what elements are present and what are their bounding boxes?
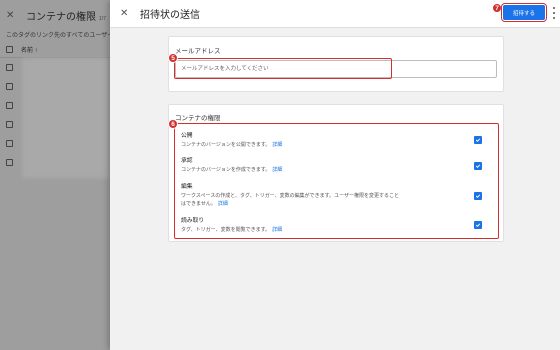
permission-title: 編集 <box>181 184 193 190</box>
row-checkbox <box>6 83 13 90</box>
permission-description: コンテナのバージョンを公開できます。 詳細 <box>181 142 481 150</box>
close-icon[interactable]: ✕ <box>120 8 132 19</box>
background-header: ✕ コンテナの権限 1/7 <box>0 0 110 30</box>
background-description: このタグのリンク先のすべてのユーザーに対 <box>6 33 110 39</box>
blurred-user-list <box>22 58 110 178</box>
row-checkbox <box>6 121 13 128</box>
permission-description-text: コンテナのバージョンを作成できます。 <box>181 167 271 173</box>
details-link[interactable]: 詳細 <box>272 142 282 148</box>
dialog-header: ✕ 招待状の送信 7 招待する <box>110 0 560 28</box>
permission-edit-checkbox[interactable] <box>474 192 482 200</box>
permission-description: タグ、トリガー、変数を閲覧できます。 詳細 <box>181 227 481 235</box>
check-icon <box>475 138 481 143</box>
permission-title: 読み取り <box>181 218 205 224</box>
check-icon <box>475 164 481 169</box>
permission-description-text: タグ、トリガー、変数を閲覧できます。 <box>181 227 271 233</box>
email-field[interactable] <box>175 60 497 78</box>
check-icon <box>475 223 481 228</box>
annotation-marker: 5 <box>168 53 178 63</box>
permission-publish-checkbox[interactable] <box>474 136 482 144</box>
email-label: メールアドレス <box>175 48 221 55</box>
row-checkbox <box>6 140 13 147</box>
details-link[interactable]: 詳細 <box>218 201 228 207</box>
permission-title: 公開 <box>181 133 193 139</box>
permission-approve-checkbox[interactable] <box>474 162 482 170</box>
row-checkbox <box>6 64 13 71</box>
table-header: 名前 ↑ <box>0 42 110 58</box>
permission-edit: 編集 ワークスペースの作成と、タグ、トリガー、変数の編集ができます。ユーザー権限… <box>181 181 481 208</box>
permissions-card: コンテナの権限 6 公開 コンテナのバージョンを公開できます。 詳細 承認 コンテ… <box>168 104 504 242</box>
permissions-title: コンテナの権限 <box>175 115 221 122</box>
email-card: メールアドレス 5 <box>168 36 504 92</box>
invite-dialog: ✕ 招待状の送信 7 招待する メールアドレス 5 コンテナの権限 6 公開 コ… <box>110 0 560 350</box>
permission-description-text: コンテナのバージョンを公開できます。 <box>181 142 271 148</box>
permission-approve: 承認 コンテナのバージョンを作成できます。 詳細 <box>181 155 481 175</box>
annotation-marker: 7 <box>492 3 502 13</box>
check-icon <box>475 194 481 199</box>
invite-button[interactable]: 招待する <box>503 5 545 20</box>
annotation-marker: 6 <box>168 119 178 129</box>
permission-description-text: はできません。 <box>181 200 216 207</box>
background-title: コンテナの権限 1/7 <box>26 8 106 23</box>
close-icon: ✕ <box>6 9 15 21</box>
permission-read: 読み取り タグ、トリガー、変数を閲覧できます。 詳細 <box>181 215 481 235</box>
background-panel: ✕ コンテナの権限1/7 このタグのリンク先のすべてのユーザーに対 名前 ↑ <box>0 0 110 350</box>
permission-description-text: ワークスペースの作成と、タグ、トリガー、変数の編集ができます。ユーザー権限を変更… <box>181 193 400 199</box>
details-link[interactable]: 詳細 <box>272 227 282 233</box>
name-column-header: 名前 ↑ <box>21 48 38 54</box>
more-options-icon[interactable] <box>551 7 557 19</box>
details-link[interactable]: 詳細 <box>272 167 282 173</box>
select-all-checkbox <box>6 46 13 53</box>
row-checkbox <box>6 102 13 109</box>
permission-publish: 公開 コンテナのバージョンを公開できます。 詳細 <box>181 130 481 150</box>
row-checkbox <box>6 159 13 166</box>
background-title-text: コンテナの権限 <box>26 11 96 23</box>
dialog-title: 招待状の送信 <box>140 10 200 21</box>
permission-description: ワークスペースの作成と、タグ、トリガー、変数の編集ができます。ユーザー権限を変更… <box>181 193 481 208</box>
permission-read-checkbox[interactable] <box>474 221 482 229</box>
permission-description: コンテナのバージョンを作成できます。 詳細 <box>181 167 481 175</box>
background-title-count: 1/7 <box>99 15 106 22</box>
permission-title: 承認 <box>181 158 193 164</box>
